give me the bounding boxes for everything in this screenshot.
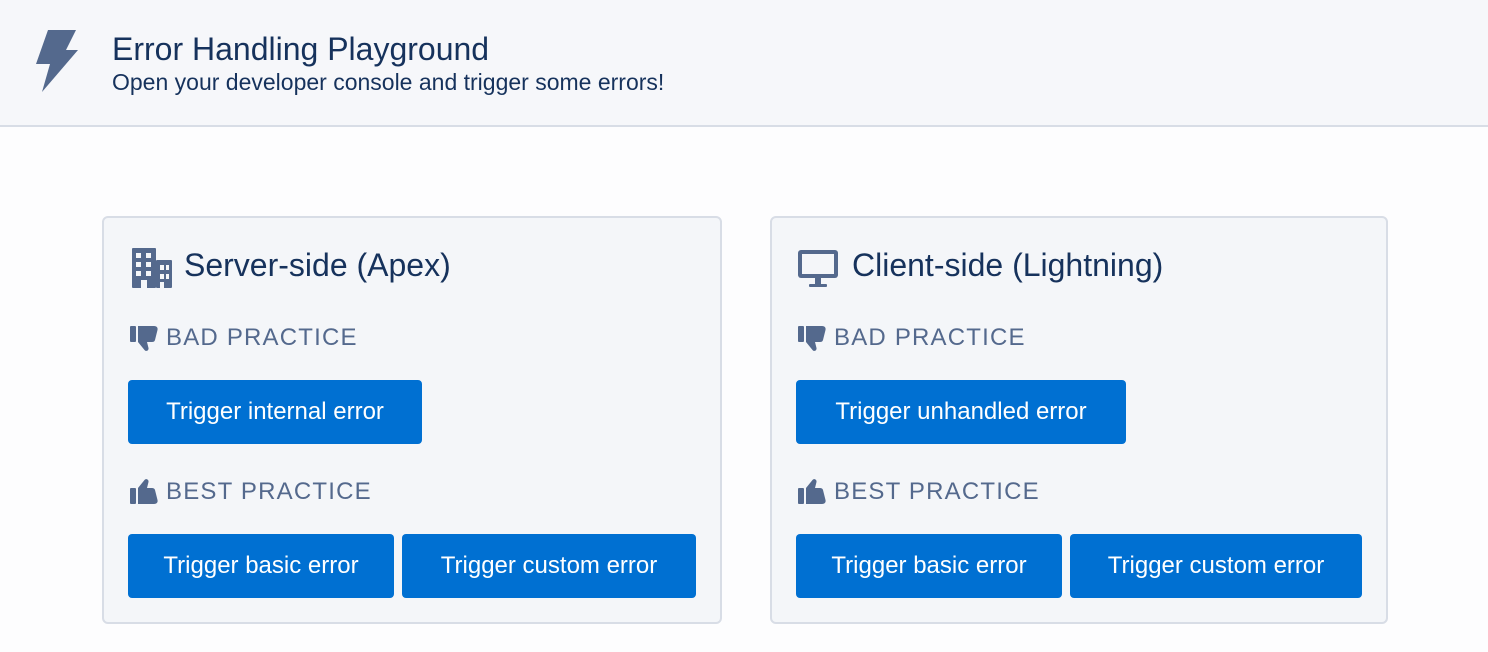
bad-practice-label: BAD PRACTICE — [130, 324, 358, 352]
desktop-icon — [798, 250, 838, 287]
trigger-custom-error-button[interactable]: Trigger custom error — [1070, 534, 1362, 598]
card-title: Client-side (Lightning) — [852, 247, 1164, 283]
thumbs-down-icon — [798, 326, 826, 351]
thumbs-up-icon — [798, 479, 826, 504]
trigger-internal-error-button[interactable]: Trigger internal error — [128, 380, 422, 444]
trigger-basic-error-button[interactable]: Trigger basic error — [128, 534, 394, 598]
bad-practice-text: BAD PRACTICE — [166, 324, 358, 351]
building-icon — [132, 248, 172, 288]
server-side-card: Server-side (Apex) BAD PRACTICE Trigger … — [102, 216, 722, 624]
best-practice-text: BEST PRACTICE — [166, 478, 372, 505]
trigger-unhandled-error-button[interactable]: Trigger unhandled error — [796, 380, 1126, 444]
client-side-card: Client-side (Lightning) BAD PRACTICE Tri… — [770, 216, 1388, 624]
best-practice-label: BEST PRACTICE — [130, 478, 372, 506]
best-practice-text: BEST PRACTICE — [834, 478, 1040, 505]
bad-practice-label: BAD PRACTICE — [798, 324, 1026, 352]
lightning-bolt-icon — [36, 30, 78, 92]
thumbs-up-icon — [130, 479, 158, 504]
thumbs-down-icon — [130, 326, 158, 351]
best-practice-label: BEST PRACTICE — [798, 478, 1040, 506]
card-title: Server-side (Apex) — [184, 247, 451, 283]
page-header: Error Handling Playground Open your deve… — [0, 0, 1488, 127]
page-title: Error Handling Playground — [112, 31, 490, 67]
trigger-custom-error-button[interactable]: Trigger custom error — [402, 534, 696, 598]
page-subtitle: Open your developer console and trigger … — [112, 69, 665, 95]
bad-practice-text: BAD PRACTICE — [834, 324, 1026, 351]
trigger-basic-error-button[interactable]: Trigger basic error — [796, 534, 1062, 598]
